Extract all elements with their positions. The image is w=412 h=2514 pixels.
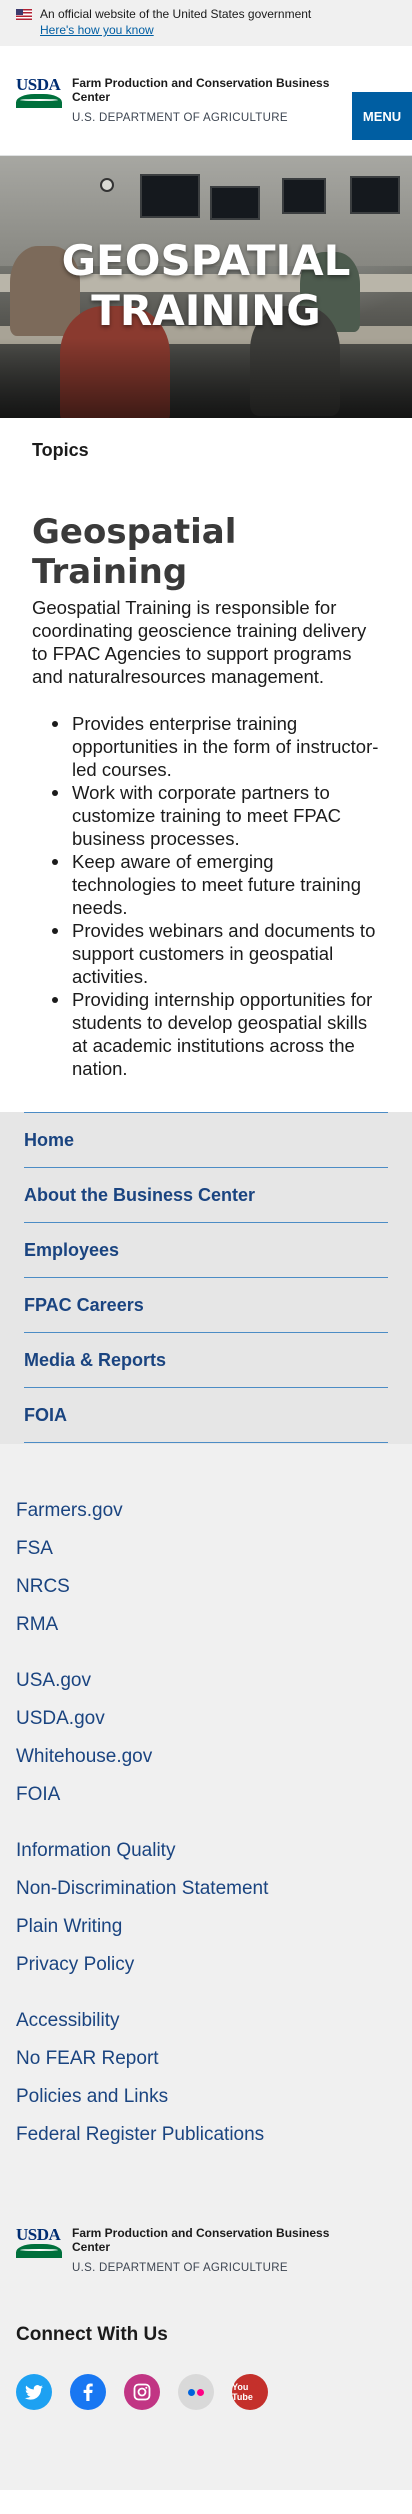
footer-link-usa-gov[interactable]: USA.gov — [16, 1662, 396, 1700]
footer-link-accessibility[interactable]: Accessibility — [16, 2002, 396, 2040]
footer-link-foia[interactable]: FOIA — [16, 1776, 396, 1814]
nav-item-foia[interactable]: FOIA — [24, 1388, 388, 1443]
footer-link-policies-and-links[interactable]: Policies and Links — [16, 2078, 396, 2116]
agency-name: Farm Production and Conservation Busines… — [72, 76, 330, 104]
site-logo-link[interactable]: USDA Farm Production and Conservation Bu… — [16, 76, 352, 124]
footer-link-plain-writing[interactable]: Plain Writing — [16, 1908, 396, 1946]
footer-link-rma[interactable]: RMA — [16, 1606, 396, 1644]
footer-link-group: USA.gov USDA.gov Whitehouse.gov FOIA — [16, 1662, 396, 1814]
footer-link-information-quality[interactable]: Information Quality — [16, 1832, 396, 1870]
hero-title: GEOSPATIAL TRAINING — [61, 236, 351, 335]
responsibilities-list: Provides enterprise training opportuniti… — [52, 712, 380, 1080]
connect-heading: Connect With Us — [16, 2324, 168, 2345]
footer-link-federal-register[interactable]: Federal Register Publications — [16, 2116, 396, 2154]
list-item: Work with corporate partners to customiz… — [52, 781, 380, 850]
footer-link-usda-gov[interactable]: USDA.gov — [16, 1700, 396, 1738]
list-item: Keep aware of emerging technologies to m… — [52, 850, 380, 919]
us-flag-icon — [16, 8, 32, 20]
footer-link-farmers-gov[interactable]: Farmers.gov — [16, 1492, 396, 1530]
footer-link-group: Accessibility No FEAR Report Policies an… — [16, 2002, 396, 2154]
intro-paragraph: Geospatial Training is responsible for c… — [32, 597, 367, 687]
flickr-icon[interactable] — [178, 2374, 214, 2410]
youtube-icon[interactable]: You Tube — [232, 2374, 268, 2410]
footer-link-nrcs[interactable]: NRCS — [16, 1568, 396, 1606]
main-content: Topics Geospatial Training Geospatial Tr… — [0, 418, 412, 1080]
footer-agency-name: Farm Production and Conservation Busines… — [72, 2226, 330, 2254]
wall-clock-image — [100, 178, 114, 192]
usda-logo: USDA — [16, 76, 62, 108]
hero-banner: GEOSPATIAL TRAINING — [0, 156, 412, 418]
nav-item-about[interactable]: About the Business Center — [24, 1168, 388, 1223]
list-item: Provides enterprise training opportuniti… — [52, 712, 380, 781]
facebook-icon[interactable] — [70, 2374, 106, 2410]
list-item: Providing internship opportunities for s… — [52, 988, 380, 1080]
nav-item-media-reports[interactable]: Media & Reports — [24, 1333, 388, 1388]
official-website-text: An official website of the United States… — [40, 7, 312, 21]
footer-link-whitehouse-gov[interactable]: Whitehouse.gov — [16, 1738, 396, 1776]
footer-link-group: Farmers.gov FSA NRCS RMA — [16, 1492, 396, 1644]
list-item: Provides webinars and documents to suppo… — [52, 919, 380, 988]
twitter-icon[interactable] — [16, 2374, 52, 2410]
footer-link-group: Information Quality Non-Discrimination S… — [16, 1832, 396, 1984]
social-links: You Tube — [16, 2374, 396, 2410]
official-gov-banner: An official website of the United States… — [0, 0, 412, 46]
nav-item-fpac-careers[interactable]: FPAC Careers — [24, 1278, 388, 1333]
footer-logo[interactable]: USDA Farm Production and Conservation Bu… — [16, 2226, 396, 2274]
site-footer: Farmers.gov FSA NRCS RMA USA.gov USDA.go… — [0, 1444, 412, 2490]
footer-department-name: U.S. DEPARTMENT OF AGRICULTURE — [72, 2262, 288, 2274]
footer-link-fsa[interactable]: FSA — [16, 1530, 396, 1568]
menu-button[interactable]: MENU — [352, 92, 412, 140]
heres-how-you-know-link[interactable]: Here's how you know — [40, 23, 396, 37]
footer-link-no-fear-report[interactable]: No FEAR Report — [16, 2040, 396, 2078]
usda-logo: USDA — [16, 2226, 62, 2258]
page-title: Geospatial Training — [32, 512, 237, 592]
department-name: U.S. DEPARTMENT OF AGRICULTURE — [72, 112, 288, 124]
secondary-nav: Home About the Business Center Employees… — [0, 1112, 412, 1444]
footer-link-privacy-policy[interactable]: Privacy Policy — [16, 1946, 396, 1984]
nav-item-employees[interactable]: Employees — [24, 1223, 388, 1278]
instagram-icon[interactable] — [124, 2374, 160, 2410]
breadcrumb[interactable]: Topics — [32, 418, 380, 482]
site-header: USDA Farm Production and Conservation Bu… — [0, 46, 412, 156]
nav-item-home[interactable]: Home — [24, 1113, 388, 1168]
footer-link-non-discrimination[interactable]: Non-Discrimination Statement — [16, 1870, 396, 1908]
